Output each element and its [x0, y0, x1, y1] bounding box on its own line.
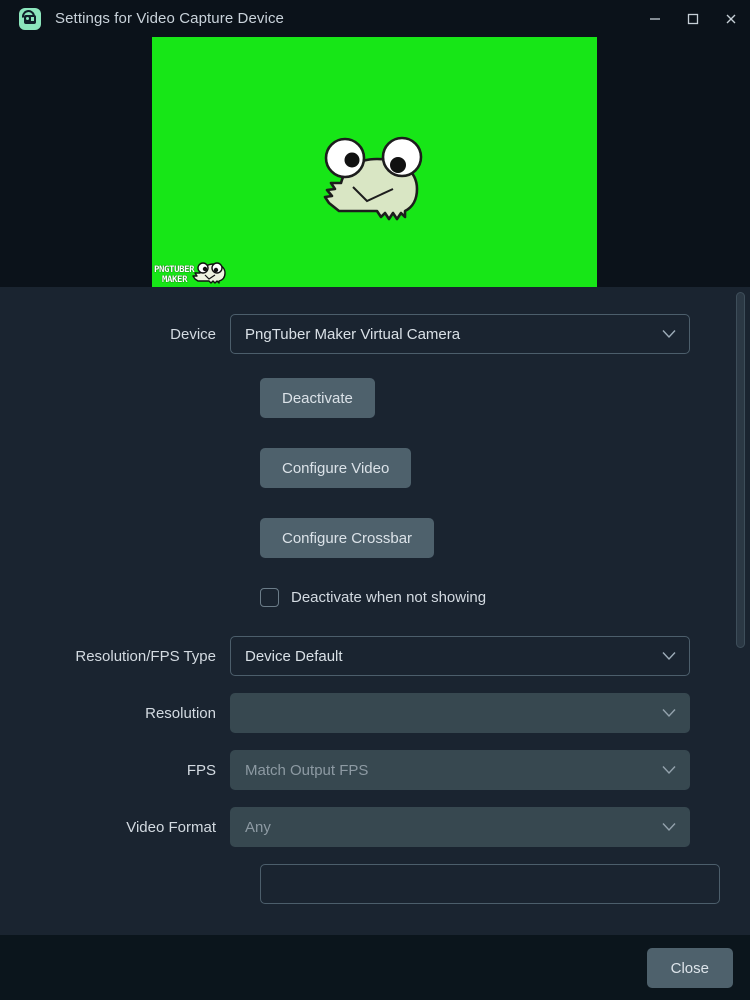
configure-crossbar-button-row: Configure Crossbar: [260, 518, 750, 558]
fps-label: FPS: [186, 761, 216, 779]
deactivate-button-row: Deactivate: [260, 378, 750, 418]
deactivate-when-not-showing-checkbox[interactable]: [260, 588, 279, 607]
chevron-down-icon: [662, 709, 676, 718]
fps-row: FPS Match Output FPS: [0, 750, 750, 790]
watermark-line-2: MAKER: [162, 275, 188, 285]
close-button[interactable]: Close: [646, 948, 733, 988]
resolution-fps-type-select[interactable]: Device Default: [230, 636, 690, 676]
configure-video-button[interactable]: Configure Video: [260, 448, 412, 488]
device-value: PngTuber Maker Virtual Camera: [245, 325, 461, 343]
watermark: PNGTUBER MAKER: [154, 260, 228, 285]
device-row: Device PngTuber Maker Virtual Camera: [0, 314, 750, 354]
chevron-down-icon: [662, 823, 676, 832]
title-bar: Settings for Video Capture Device: [0, 0, 750, 37]
resolution-fps-type-value: Device Default: [245, 647, 343, 665]
video-format-select: Any: [230, 807, 690, 847]
video-format-value: Any: [245, 818, 271, 836]
window-title: Settings for Video Capture Device: [55, 10, 284, 27]
chroma-key-preview: PNGTUBER MAKER: [152, 37, 597, 287]
resolution-row: Resolution: [0, 693, 750, 733]
fps-value: Match Output FPS: [245, 761, 369, 779]
camera-bar-decoration: [30, 17, 34, 21]
configure-video-button-row: Configure Video: [260, 448, 750, 488]
close-icon[interactable]: [712, 0, 750, 37]
dialog-footer: Close: [0, 935, 750, 1000]
watermark-frog-icon: [192, 262, 226, 284]
window-controls: [636, 0, 750, 37]
fps-select: Match Output FPS: [230, 750, 690, 790]
resolution-fps-type-row: Resolution/FPS Type Device Default: [0, 636, 750, 676]
deactivate-when-not-showing-label: Deactivate when not showing: [291, 589, 487, 606]
chevron-down-icon: [662, 652, 676, 661]
device-label: Device: [170, 325, 216, 343]
scrollbar-thumb[interactable]: [736, 292, 745, 648]
resolution-select: [230, 693, 690, 733]
video-format-label: Video Format: [126, 818, 216, 836]
camera-lens-decoration: [26, 17, 29, 20]
video-preview-area: PNGTUBER MAKER: [0, 37, 750, 287]
next-field-partial-row: [0, 864, 750, 904]
configure-crossbar-button[interactable]: Configure Crossbar: [260, 518, 435, 558]
video-format-row: Video Format Any: [0, 807, 750, 847]
deactivate-button[interactable]: Deactivate: [260, 378, 375, 418]
deactivate-when-not-showing-row[interactable]: Deactivate when not showing: [260, 588, 750, 607]
scrollbar-track[interactable]: [730, 287, 750, 935]
resolution-label: Resolution: [145, 704, 216, 722]
settings-scroll-region[interactable]: Device PngTuber Maker Virtual Camera Dea…: [0, 287, 750, 935]
watermark-line-1: PNGTUBER: [154, 265, 195, 275]
frog-avatar: [305, 125, 445, 235]
chevron-down-icon: [662, 766, 676, 775]
device-select[interactable]: PngTuber Maker Virtual Camera: [230, 314, 690, 354]
minimize-icon[interactable]: [636, 0, 674, 37]
video-camera-icon: [19, 6, 41, 30]
chevron-down-icon: [662, 330, 676, 339]
next-field-partial[interactable]: [260, 864, 720, 904]
resolution-fps-type-label: Resolution/FPS Type: [75, 647, 216, 665]
maximize-icon[interactable]: [674, 0, 712, 37]
